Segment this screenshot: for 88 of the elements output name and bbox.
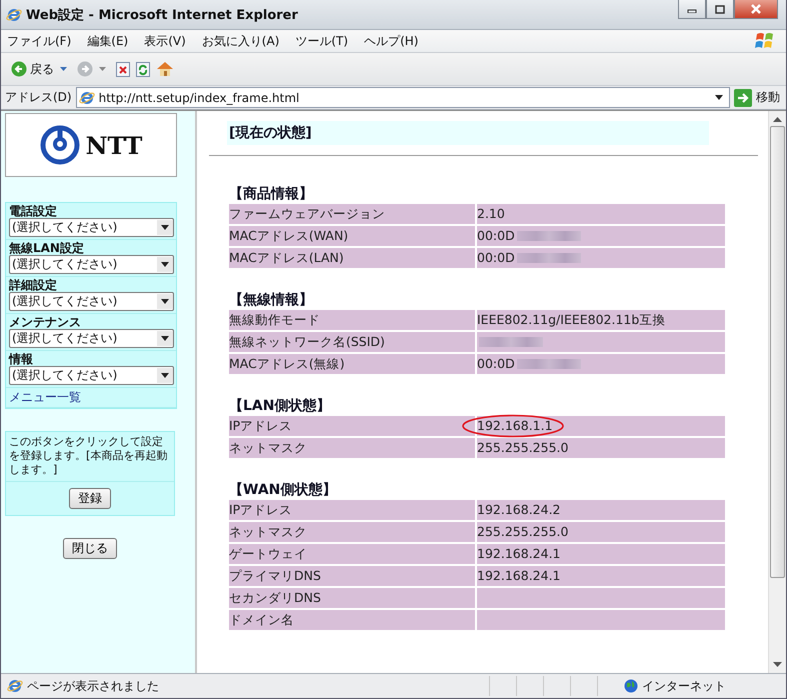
value-text: 2.10 [477,205,505,223]
page-icon [7,678,23,694]
menu-item[interactable]: ツール(T) [295,32,348,50]
zone-text: インターネット [642,678,727,694]
value-text: 255.255.255.0 [477,439,568,457]
select-field[interactable]: (選択してください) [9,255,174,274]
value-text: IEEE802.11g/IEEE802.11b互換 [477,311,666,329]
window-title: Web設定 - Microsoft Internet Explorer [26,6,298,24]
select-field[interactable]: (選択してください) [9,218,174,237]
maximize-button[interactable] [706,0,734,19]
label-cell: プライマリDNS [229,566,475,586]
browser-icon [6,6,22,22]
section-title: 【無線情報】 [229,291,314,310]
refresh-icon [136,62,150,76]
refresh-button[interactable] [136,62,150,76]
menu-item[interactable]: 表示(V) [144,32,186,50]
maximize-icon [715,4,725,14]
status-text: ページが表示されました [27,678,159,694]
dropdown-arrow-icon [715,95,723,100]
value-text: 192.168.1.1 [477,417,553,435]
value-text: 192.168.24.2 [477,501,560,519]
section-title: 【WAN側状態】 [229,481,338,500]
scroll-down-icon [773,662,782,667]
dropdown-arrow-icon [161,299,169,304]
select-field[interactable]: (選択してください) [9,329,174,348]
select-field[interactable]: (選択してください) [9,292,174,311]
forward-button[interactable] [77,61,93,77]
page-icon [78,90,95,106]
label-cell: MACアドレス(WAN) [229,226,475,246]
minimize-button[interactable] [678,0,706,19]
value-text: 192.168.24.1 [477,567,560,585]
dropdown-arrow-icon [161,336,169,341]
dropdown-arrow-icon [60,67,67,71]
back-button[interactable]: 戻る [11,60,54,78]
label-cell: MACアドレス(無線) [229,354,475,374]
dropdown-arrow-icon [161,373,169,378]
label-cell: MACアドレス(LAN) [229,248,475,268]
section-title: 【商品情報】 [229,184,314,204]
ntt-logo-icon [40,125,80,165]
group-label: メンテナンス [9,315,82,329]
label-cell: ドメイン名 [229,610,475,630]
home-button[interactable] [156,61,174,77]
value-text: 00:0D [477,227,515,245]
menu-item[interactable]: ヘルプ(H) [364,32,418,50]
value-text: 00:0D [477,355,515,373]
stop-button[interactable] [116,62,130,76]
label-cell: セカンダリDNS [229,588,475,608]
stop-icon [116,62,130,76]
menu-item[interactable]: ファイル(F) [7,32,72,50]
menu-item[interactable]: お気に入り(A) [202,32,280,50]
scrollbar[interactable] [768,111,786,673]
dropdown-arrow-icon [161,262,169,267]
label-cell: 無線動作モード [229,310,475,330]
label-cell: ネットマスク [229,438,475,458]
label-cell: IPアドレス [229,500,475,520]
register-button[interactable]: 登録 [69,488,111,509]
scroll-up-icon [773,117,782,122]
close-button[interactable] [734,0,778,19]
page-heading: [現在の状態] [227,121,709,145]
dropdown-arrow-icon [161,225,169,230]
close-page-button[interactable]: 閉じる [63,538,117,559]
group-label: 詳細設定 [9,278,58,292]
label-cell: ファームウェアバージョン [229,204,475,224]
value-text: 255.255.255.0 [477,523,568,541]
logo-text: NTT [86,130,142,160]
close-icon [750,4,762,14]
label-cell: ネットマスク [229,522,475,542]
scroll-thumb[interactable] [770,126,785,578]
go-button[interactable]: 移動 [734,88,786,106]
label-cell: IPアドレス [229,416,475,436]
note-text: このボタンをクリックして設定を登録します。[本商品を再起動します。] [6,432,174,482]
label-cell: 無線ネットワーク名(SSID) [229,332,475,352]
dropdown-arrow-icon [99,67,106,71]
value-text: 00:0D [477,249,515,267]
group-label: 情報 [9,352,34,366]
address-label: アドレス(D) [5,89,72,106]
section-title: 【LAN側状態】 [229,397,332,416]
flag-logo-icon [754,31,776,51]
address-field[interactable]: http://ntt.setup/index_frame.html [76,87,730,108]
value-text: 192.168.24.1 [477,545,560,563]
home-icon [156,61,174,77]
menu-item[interactable]: 編集(E) [87,32,128,50]
select-field[interactable]: (選択してください) [9,366,174,385]
menu-link[interactable]: メニュー一覧 [9,389,174,405]
label-cell: ゲートウェイ [229,544,475,564]
group-label: 無線LAN設定 [9,241,85,255]
globe-icon [624,679,638,693]
group-label: 電話設定 [9,204,58,218]
